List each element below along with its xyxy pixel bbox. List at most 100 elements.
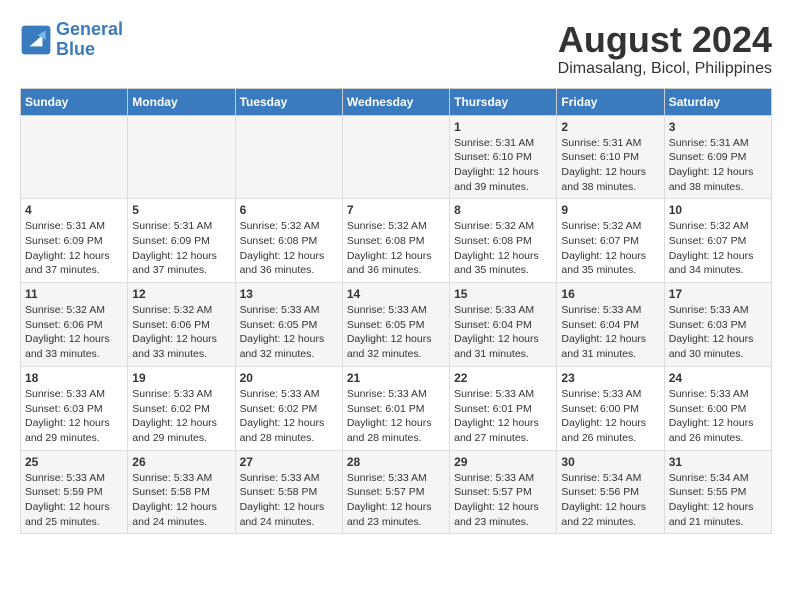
day-number: 1 (454, 120, 552, 134)
header-day-wednesday: Wednesday (342, 88, 449, 115)
day-number: 10 (669, 203, 767, 217)
day-cell: 7 Sunrise: 5:32 AM Sunset: 6:08 PM Daylig… (342, 199, 449, 283)
logo-text: General Blue (56, 20, 123, 60)
day-info: Sunrise: 5:32 AM Sunset: 6:08 PM Dayligh… (347, 219, 445, 278)
day-info: Sunrise: 5:32 AM Sunset: 6:07 PM Dayligh… (561, 219, 659, 278)
day-info: Sunrise: 5:33 AM Sunset: 6:02 PM Dayligh… (132, 387, 230, 446)
day-cell: 9 Sunrise: 5:32 AM Sunset: 6:07 PM Daylig… (557, 199, 664, 283)
day-cell: 10 Sunrise: 5:32 AM Sunset: 6:07 PM Dayli… (664, 199, 771, 283)
day-info: Sunrise: 5:33 AM Sunset: 6:00 PM Dayligh… (561, 387, 659, 446)
day-number: 17 (669, 287, 767, 301)
day-info: Sunrise: 5:32 AM Sunset: 6:08 PM Dayligh… (240, 219, 338, 278)
day-number: 9 (561, 203, 659, 217)
day-cell: 5 Sunrise: 5:31 AM Sunset: 6:09 PM Daylig… (128, 199, 235, 283)
day-info: Sunrise: 5:31 AM Sunset: 6:09 PM Dayligh… (669, 136, 767, 195)
header-day-friday: Friday (557, 88, 664, 115)
day-cell: 25 Sunrise: 5:33 AM Sunset: 5:59 PM Dayli… (21, 450, 128, 534)
day-info: Sunrise: 5:33 AM Sunset: 6:01 PM Dayligh… (347, 387, 445, 446)
day-number: 24 (669, 371, 767, 385)
day-cell: 4 Sunrise: 5:31 AM Sunset: 6:09 PM Daylig… (21, 199, 128, 283)
day-number: 7 (347, 203, 445, 217)
day-cell: 19 Sunrise: 5:33 AM Sunset: 6:02 PM Dayli… (128, 366, 235, 450)
day-cell: 15 Sunrise: 5:33 AM Sunset: 6:04 PM Dayli… (450, 283, 557, 367)
day-number: 27 (240, 455, 338, 469)
day-number: 5 (132, 203, 230, 217)
day-info: Sunrise: 5:33 AM Sunset: 5:59 PM Dayligh… (25, 471, 123, 530)
day-cell (342, 115, 449, 199)
day-number: 26 (132, 455, 230, 469)
header-day-thursday: Thursday (450, 88, 557, 115)
day-cell: 12 Sunrise: 5:32 AM Sunset: 6:06 PM Dayli… (128, 283, 235, 367)
day-number: 12 (132, 287, 230, 301)
day-cell: 30 Sunrise: 5:34 AM Sunset: 5:56 PM Dayli… (557, 450, 664, 534)
day-info: Sunrise: 5:33 AM Sunset: 6:04 PM Dayligh… (561, 303, 659, 362)
day-number: 15 (454, 287, 552, 301)
day-cell: 1 Sunrise: 5:31 AM Sunset: 6:10 PM Daylig… (450, 115, 557, 199)
day-number: 28 (347, 455, 445, 469)
day-info: Sunrise: 5:32 AM Sunset: 6:06 PM Dayligh… (132, 303, 230, 362)
day-info: Sunrise: 5:34 AM Sunset: 5:56 PM Dayligh… (561, 471, 659, 530)
day-cell: 3 Sunrise: 5:31 AM Sunset: 6:09 PM Daylig… (664, 115, 771, 199)
day-number: 20 (240, 371, 338, 385)
day-number: 31 (669, 455, 767, 469)
week-row-1: 1 Sunrise: 5:31 AM Sunset: 6:10 PM Daylig… (21, 115, 772, 199)
day-number: 21 (347, 371, 445, 385)
day-number: 23 (561, 371, 659, 385)
day-cell: 18Sunrise: 5:33 AM Sunset: 6:03 PM Dayli… (21, 366, 128, 450)
week-row-2: 4 Sunrise: 5:31 AM Sunset: 6:09 PM Daylig… (21, 199, 772, 283)
day-cell: 31 Sunrise: 5:34 AM Sunset: 5:55 PM Dayli… (664, 450, 771, 534)
day-cell (128, 115, 235, 199)
day-number: 2 (561, 120, 659, 134)
calendar-table: SundayMondayTuesdayWednesdayThursdayFrid… (20, 88, 772, 535)
day-cell: 27 Sunrise: 5:33 AM Sunset: 5:58 PM Dayli… (235, 450, 342, 534)
day-cell: 6 Sunrise: 5:32 AM Sunset: 6:08 PM Daylig… (235, 199, 342, 283)
day-info: Sunrise: 5:33 AM Sunset: 6:00 PM Dayligh… (669, 387, 767, 446)
day-info: Sunrise: 5:33 AM Sunset: 6:05 PM Dayligh… (240, 303, 338, 362)
day-cell: 23 Sunrise: 5:33 AM Sunset: 6:00 PM Dayli… (557, 366, 664, 450)
page-header: General Blue August 2024 Dimasalang, Bic… (20, 20, 772, 78)
day-number: 4 (25, 203, 123, 217)
day-number: 22 (454, 371, 552, 385)
day-number: 6 (240, 203, 338, 217)
day-cell: 22Sunrise: 5:33 AM Sunset: 6:01 PM Dayli… (450, 366, 557, 450)
day-cell (21, 115, 128, 199)
day-cell: 24 Sunrise: 5:33 AM Sunset: 6:00 PM Dayli… (664, 366, 771, 450)
day-cell: 26 Sunrise: 5:33 AM Sunset: 5:58 PM Dayli… (128, 450, 235, 534)
day-info: Sunrise: 5:33 AM Sunset: 6:04 PM Dayligh… (454, 303, 552, 362)
day-number: 11 (25, 287, 123, 301)
day-cell: 21 Sunrise: 5:33 AM Sunset: 6:01 PM Dayli… (342, 366, 449, 450)
day-info: Sunrise: 5:33 AM Sunset: 6:03 PM Dayligh… (669, 303, 767, 362)
day-info: Sunrise: 5:32 AM Sunset: 6:08 PM Dayligh… (454, 219, 552, 278)
header-day-tuesday: Tuesday (235, 88, 342, 115)
day-number: 14 (347, 287, 445, 301)
day-info: Sunrise: 5:33 AM Sunset: 6:03 PM Dayligh… (25, 387, 123, 446)
logo: General Blue (20, 20, 123, 60)
day-info: Sunrise: 5:33 AM Sunset: 6:02 PM Dayligh… (240, 387, 338, 446)
title-block: August 2024 Dimasalang, Bicol, Philippin… (558, 20, 772, 78)
day-number: 29 (454, 455, 552, 469)
page-title: August 2024 (558, 20, 772, 60)
day-info: Sunrise: 5:31 AM Sunset: 6:09 PM Dayligh… (132, 219, 230, 278)
day-info: Sunrise: 5:31 AM Sunset: 6:10 PM Dayligh… (454, 136, 552, 195)
day-number: 3 (669, 120, 767, 134)
day-number: 13 (240, 287, 338, 301)
header-row: SundayMondayTuesdayWednesdayThursdayFrid… (21, 88, 772, 115)
header-day-sunday: Sunday (21, 88, 128, 115)
day-cell: 20 Sunrise: 5:33 AM Sunset: 6:02 PM Dayli… (235, 366, 342, 450)
day-info: Sunrise: 5:33 AM Sunset: 5:57 PM Dayligh… (347, 471, 445, 530)
day-info: Sunrise: 5:33 AM Sunset: 5:58 PM Dayligh… (132, 471, 230, 530)
day-number: 19 (132, 371, 230, 385)
week-row-5: 25 Sunrise: 5:33 AM Sunset: 5:59 PM Dayli… (21, 450, 772, 534)
day-cell: 11 Sunrise: 5:32 AM Sunset: 6:06 PM Dayli… (21, 283, 128, 367)
day-number: 25 (25, 455, 123, 469)
day-info: Sunrise: 5:31 AM Sunset: 6:09 PM Dayligh… (25, 219, 123, 278)
day-info: Sunrise: 5:33 AM Sunset: 5:58 PM Dayligh… (240, 471, 338, 530)
day-info: Sunrise: 5:32 AM Sunset: 6:07 PM Dayligh… (669, 219, 767, 278)
day-info: Sunrise: 5:32 AM Sunset: 6:06 PM Dayligh… (25, 303, 123, 362)
header-day-monday: Monday (128, 88, 235, 115)
day-cell: 16Sunrise: 5:33 AM Sunset: 6:04 PM Dayli… (557, 283, 664, 367)
day-cell: 2Sunrise: 5:31 AM Sunset: 6:10 PM Daylig… (557, 115, 664, 199)
day-number: 30 (561, 455, 659, 469)
day-info: Sunrise: 5:34 AM Sunset: 5:55 PM Dayligh… (669, 471, 767, 530)
day-cell: 17 Sunrise: 5:33 AM Sunset: 6:03 PM Dayli… (664, 283, 771, 367)
